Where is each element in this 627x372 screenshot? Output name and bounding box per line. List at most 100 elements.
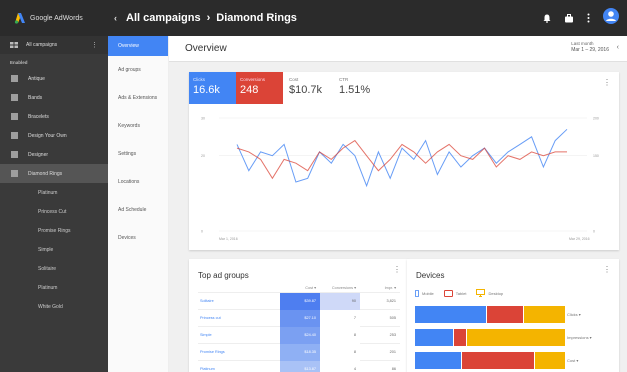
top-ad-groups-title: Top ad groups (198, 271, 249, 280)
account-avatar-icon[interactable] (603, 8, 619, 29)
campaign-icon (11, 94, 18, 101)
table-row[interactable]: Solitaire $39.87 90 3,821 (198, 292, 400, 310)
ad-group-name-link[interactable]: Promise Rings (198, 350, 280, 354)
sidebar-item-antique[interactable]: Antique (0, 69, 108, 88)
sidebar-subitem-promise-rings[interactable]: Promise Rings (0, 221, 108, 240)
breadcrumb-root[interactable]: All campaigns (126, 12, 201, 24)
kpi-conversions[interactable]: Conversions 248 (236, 72, 283, 104)
x-end-tick-label: Mar 29, 2016 (569, 237, 590, 241)
kpi-ctr[interactable]: CTR 1.51% (333, 72, 383, 104)
top-ad-groups-card: Top ad groups ⋮ Cost ▾ Conversions ▾ Imp… (189, 259, 409, 372)
device-metric-dropdown[interactable]: Cost ▾ (567, 358, 578, 363)
sidebar-subitem-white-gold[interactable]: White Gold (0, 297, 108, 316)
sidebar-item-label: Bracelets (28, 113, 49, 120)
nav-overview[interactable]: Overview (108, 36, 168, 56)
impressions-cell: 253 (389, 333, 396, 337)
sidebar-item-designer[interactable]: Designer (0, 145, 108, 164)
adwords-app: Google AdWords ‹ All campaigns › Diamond… (0, 0, 627, 372)
chart-series (236, 128, 568, 188)
date-range-value: Mar 1 – 29, 2016 (571, 47, 609, 53)
chevron-left-icon[interactable]: ‹ (617, 44, 619, 51)
nav-keywords[interactable]: Keywords (108, 112, 168, 140)
kpi-label: Conversions (240, 77, 266, 82)
ad-group-name-link[interactable]: Platinum (198, 367, 280, 371)
y-left-tick-label: 20 (201, 154, 205, 158)
device-metric-dropdown[interactable]: Clicks ▾ (567, 312, 581, 317)
y-right-tick-label: 150 (593, 154, 599, 158)
date-range-picker[interactable]: Last month Mar 1 – 29, 2016 ‹ (571, 41, 619, 53)
performance-chart-card: Clicks 16.6k Conversions 248 Cost $10.7k… (189, 72, 619, 250)
kpi-clicks[interactable]: Clicks 16.6k (189, 72, 236, 104)
legend-label: Mobile (422, 290, 434, 296)
kpi-value: 248 (240, 84, 259, 96)
more-vert-icon[interactable] (587, 10, 590, 28)
sidebar-subitem-solitaire[interactable]: Solitaire (0, 259, 108, 278)
nav-ads-extensions[interactable]: Ads & Extensions (108, 84, 168, 112)
sidebar-subitem-platinum-2[interactable]: Platinum (0, 278, 108, 297)
table-header: Cost ▾ Conversions ▾ Impr. ▾ (198, 283, 400, 292)
adgroups-menu-icon[interactable]: ⋮ (393, 265, 401, 274)
series-line-clicks (236, 128, 568, 188)
tools-icon[interactable] (564, 10, 574, 28)
kpi-cost[interactable]: Cost $10.7k (283, 72, 333, 104)
sidebar-subitem-simple[interactable]: Simple (0, 240, 108, 259)
cost-column-header[interactable]: Cost ▾ (280, 285, 320, 290)
impressions-column-header[interactable]: Impr. ▾ (360, 285, 400, 290)
device-segment-tablet (454, 329, 467, 346)
conversions-column-header[interactable]: Conversions ▾ (320, 285, 360, 290)
kpi-strip: Clicks 16.6k Conversions 248 Cost $10.7k… (189, 72, 619, 104)
conversions-cell: 7 (320, 309, 360, 327)
chart-menu-icon[interactable]: ⋮ (603, 78, 611, 87)
device-metric-dropdown[interactable]: Impressions ▾ (567, 335, 592, 340)
sidebar-item-design-your-own[interactable]: Design Your Own (0, 126, 108, 145)
nav-ad-groups[interactable]: Ad groups (108, 56, 168, 84)
device-segment-mobile (415, 329, 454, 346)
devices-card: Devices ⋮ Mobile Tablet Desktop Clicks ▾… (407, 259, 619, 372)
table-row[interactable]: Simple $24.40 8 253 (198, 326, 400, 344)
conversions-cell: 4 (320, 360, 360, 372)
all-campaigns-item[interactable]: All campaigns ⋮ (0, 36, 108, 54)
breadcrumb-current: Diamond Rings (216, 12, 297, 24)
cost-cell: $18.35 (280, 343, 320, 361)
y-left-tick-label: 30 (201, 117, 205, 121)
sidebar-item-diamond-rings[interactable]: Diamond Rings (0, 164, 108, 183)
sidebar-item-label: Antique (28, 75, 45, 82)
devices-menu-icon[interactable]: ⋮ (603, 265, 611, 274)
section-nav: Overview Ad groups Ads & Extensions Keyw… (108, 36, 169, 372)
notifications-icon[interactable] (543, 10, 551, 28)
ad-group-name-link[interactable]: Princess cut (198, 316, 280, 320)
ad-group-name-link[interactable]: Simple (198, 333, 280, 337)
back-icon[interactable]: ‹ (114, 13, 117, 23)
sidebar-subitem-platinum[interactable]: Platinum (0, 183, 108, 202)
sidebar-item-bracelets[interactable]: Bracelets (0, 107, 108, 126)
page-title: Overview (185, 43, 227, 54)
nav-devices[interactable]: Devices (108, 224, 168, 252)
grid-icon (10, 42, 18, 48)
brand[interactable]: Google AdWords (0, 12, 108, 24)
table-row[interactable]: Platinum $13.87 4 86 (198, 360, 400, 372)
sidebar-item-bands[interactable]: Bands (0, 88, 108, 107)
campaign-icon (11, 151, 18, 158)
impressions-cell: 3,821 (386, 299, 396, 303)
kpi-value: 16.6k (193, 84, 220, 96)
device-segment-desktop (467, 329, 565, 346)
sidebar-subitem-princess-cut[interactable]: Princess Cut (0, 202, 108, 221)
cost-cell: $39.87 (280, 292, 320, 310)
nav-locations[interactable]: Locations (108, 168, 168, 196)
devices-legend: Mobile Tablet Desktop (415, 289, 503, 297)
enabled-section-label: Enabled (10, 60, 28, 65)
ad-group-name-link[interactable]: Solitaire (198, 299, 280, 303)
device-segment-tablet (487, 306, 523, 323)
impressions-cell: 86 (391, 367, 396, 371)
legend-tablet: Tablet (443, 289, 466, 297)
sidebar-menu-icon[interactable]: ⋮ (91, 41, 98, 49)
nav-ad-schedule[interactable]: Ad Schedule (108, 196, 168, 224)
campaign-icon (11, 132, 18, 139)
table-row[interactable]: Promise Rings $18.35 8 201 (198, 343, 400, 361)
nav-settings[interactable]: Settings (108, 140, 168, 168)
overview-header: Overview Last month Mar 1 – 29, 2016 ‹ (169, 36, 627, 62)
campaign-sidebar: All campaigns ⋮ Enabled Antique Bands Br… (0, 36, 108, 372)
breadcrumb: ‹ All campaigns › Diamond Rings (108, 12, 297, 24)
y-right-tick-label: 0 (593, 230, 595, 234)
table-row[interactable]: Princess cut $27.10 7 505 (198, 309, 400, 327)
